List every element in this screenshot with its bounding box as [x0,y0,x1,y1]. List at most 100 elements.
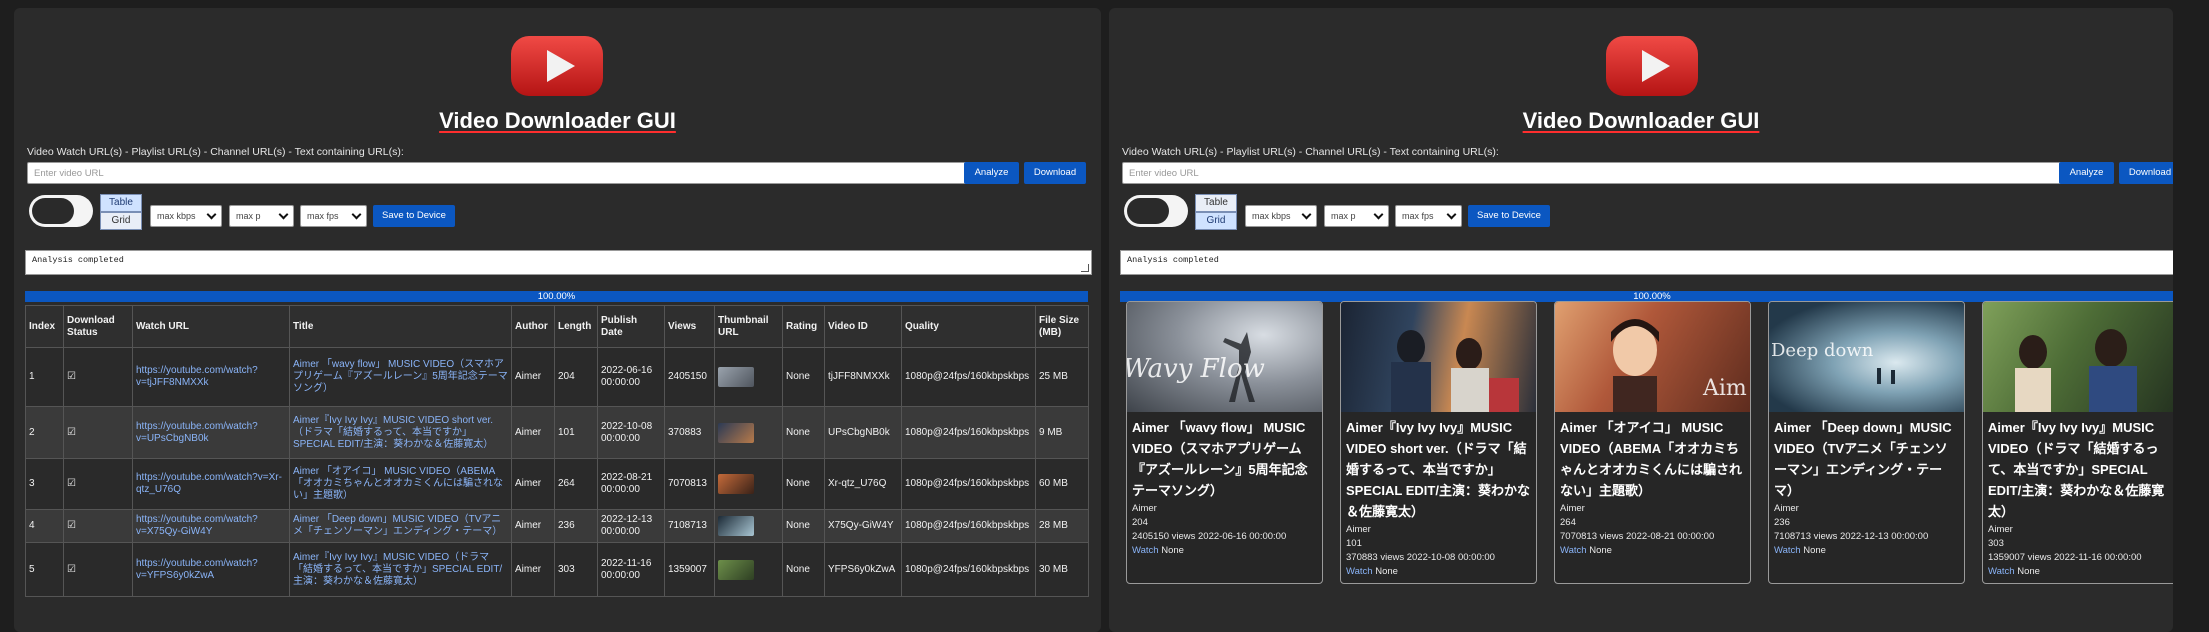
column-header: Watch URL [132,305,290,348]
quality-cell: 1080p@24fps/160kbpskbps [901,509,1036,543]
max-p-select[interactable]: max p [1324,205,1389,227]
file-size-cell: 28 MB [1035,509,1089,543]
author-cell: Aimer [511,347,555,407]
card-rating: None [1375,566,1398,577]
thumbnail-cell [714,509,783,543]
grid-view-button[interactable]: Grid [1195,212,1237,230]
thumbnail-image[interactable] [718,367,754,387]
max-p-value: max p [236,211,261,221]
column-header: Author [511,305,555,348]
download-status-checkbox[interactable]: ☑ [63,347,133,407]
status-textarea[interactable]: Analysis completed [25,250,1092,275]
video-card[interactable]: Aimer『Ivy Ivy Ivy』MUSIC VIDEO（ドラマ「結婚するって… [1982,301,2173,584]
max-fps-select[interactable]: max fps [300,205,367,227]
card-title: Aimer『Ivy Ivy Ivy』MUSIC VIDEO（ドラマ「結婚するって… [1988,420,2165,519]
card-author: Aimer [1988,524,2013,535]
table-row: 1 ☑ https://youtube.com/watch?v=tjJFF8NM… [25,347,1089,407]
author-cell: Aimer [511,406,555,459]
card-body: Aimer 「Deep down」MUSIC VIDEO（TVアニメ「チェンソー… [1774,417,1959,557]
card-thumbnail[interactable] [1983,302,2173,412]
video-id-cell: UPsCbgNB0k [824,406,902,459]
video-card[interactable]: Wavy Flow Aimer 「wavy flow」 MUSIC VIDEO（… [1126,301,1323,584]
max-p-select[interactable]: max p [229,205,294,227]
download-status-checkbox[interactable]: ☑ [63,406,133,459]
author-cell: Aimer [511,542,555,597]
watch-url-link[interactable]: https://youtube.com/watch?v=tjJFF8NMXXk [132,347,290,407]
url-input[interactable] [1122,162,2066,184]
toggle-knob [1127,198,1169,224]
watch-link[interactable]: Watch [1560,545,1587,556]
title-link[interactable]: Aimer『Ivy Ivy Ivy』MUSIC VIDEO short ver.… [289,406,512,459]
analyze-button[interactable]: Analyze [964,162,1019,184]
save-to-device-button[interactable]: Save to Device [373,205,455,227]
card-thumbnail[interactable] [1341,302,1536,412]
thumbnail-image[interactable] [718,422,754,443]
table-view-button[interactable]: Table [1195,194,1237,212]
title-link[interactable]: Aimer 「wavy flow」 MUSIC VIDEO（スマホアプリゲーム『… [289,347,512,407]
thumbnail-image[interactable] [718,516,754,536]
analyze-button[interactable]: Analyze [2059,162,2114,184]
url-input[interactable] [27,162,970,184]
max-fps-value: max fps [307,211,339,221]
video-card[interactable]: Deep down Aimer 「Deep down」MUSIC VIDEO（T… [1768,301,1965,584]
views-cell: 7108713 [664,509,715,543]
publish-date-cell: 2022-08-21 00:00:00 [597,458,665,510]
card-length: 303 [1988,538,2004,549]
chevron-down-icon [1446,209,1457,220]
download-status-checkbox[interactable]: ☑ [63,509,133,543]
column-header: Download Status [63,305,133,348]
max-fps-select[interactable]: max fps [1395,205,1462,227]
title-link[interactable]: Aimer『Ivy Ivy Ivy』MUSIC VIDEO（ドラマ「結婚するって… [289,542,512,597]
watch-link[interactable]: Watch [1132,545,1159,556]
theme-toggle[interactable] [29,195,93,227]
save-to-device-button[interactable]: Save to Device [1468,205,1550,227]
watch-url-link[interactable]: https://youtube.com/watch?v=UPsCbgNB0k [132,406,290,459]
watch-link[interactable]: Watch [1774,545,1801,556]
download-button[interactable]: Download [1024,162,1086,184]
title-link[interactable]: Aimer 「Deep down」MUSIC VIDEO（TVアニメ「チェンソー… [289,509,512,543]
download-button[interactable]: Download [2119,162,2173,184]
download-status-checkbox[interactable]: ☑ [63,542,133,597]
card-author: Aimer [1132,503,1157,514]
status-text: Analysis completed [32,255,124,265]
theme-toggle[interactable] [1124,195,1188,227]
watch-url-link[interactable]: https://youtube.com/watch?v=X75Qy-GiW4Y [132,509,290,543]
card-length: 204 [1132,517,1148,528]
card-body: Aimer『Ivy Ivy Ivy』MUSIC VIDEO short ver.… [1346,417,1531,578]
title-link[interactable]: Aimer 「オアイコ」 MUSIC VIDEO（ABEMA「オオカミちゃんとオ… [289,458,512,510]
watch-url-link[interactable]: https://youtube.com/watch?v=YFPS6y0kZwA [132,542,290,597]
author-cell: Aimer [511,458,555,510]
author-cell: Aimer [511,509,555,543]
grid-view-button[interactable]: Grid [100,212,142,230]
thumbnail-image[interactable] [718,559,754,580]
quality-cell: 1080p@24fps/160kbpskbps [901,458,1036,510]
url-input-label: Video Watch URL(s) - Playlist URL(s) - C… [1122,146,1499,158]
thumbnail-cell [714,347,783,407]
view-mode-toggle: Table Grid [1195,194,1237,230]
logo-area [1109,32,2173,106]
view-mode-toggle: Table Grid [100,194,142,230]
resize-grip-icon[interactable] [1081,264,1089,272]
file-size-cell: 60 MB [1035,458,1089,510]
card-thumbnail[interactable]: Wavy Flow [1127,302,1322,412]
watch-link[interactable]: Watch [1346,566,1373,577]
video-card[interactable]: Aim Aimer 「オアイコ」 MUSIC VIDEO（ABEMA「オオカミち… [1554,301,1751,584]
card-thumbnail[interactable]: Deep down [1769,302,1964,412]
watch-link[interactable]: Watch [1988,566,2015,577]
file-size-cell: 30 MB [1035,542,1089,597]
table-view-button[interactable]: Table [100,194,142,212]
thumbnail-image[interactable] [718,474,754,494]
card-body: Aimer 「オアイコ」 MUSIC VIDEO（ABEMA「オオカミちゃんとオ… [1560,417,1745,557]
publish-date-cell: 2022-11-16 00:00:00 [597,542,665,597]
table-row: 4 ☑ https://youtube.com/watch?v=X75Qy-Gi… [25,509,1089,543]
video-card[interactable]: Aimer『Ivy Ivy Ivy』MUSIC VIDEO short ver.… [1340,301,1537,584]
card-rating: None [1589,545,1612,556]
download-status-checkbox[interactable]: ☑ [63,458,133,510]
card-thumbnail[interactable]: Aim [1555,302,1750,412]
quality-cell: 1080p@24fps/160kbpskbps [901,542,1036,597]
max-kbps-select[interactable]: max kbps [1245,205,1317,227]
chevron-down-icon [1373,209,1384,220]
status-textarea[interactable]: Analysis completed [1120,250,2173,275]
watch-url-link[interactable]: https://youtube.com/watch?v=Xr-qtz_U76Q [132,458,290,510]
max-kbps-select[interactable]: max kbps [150,205,222,227]
